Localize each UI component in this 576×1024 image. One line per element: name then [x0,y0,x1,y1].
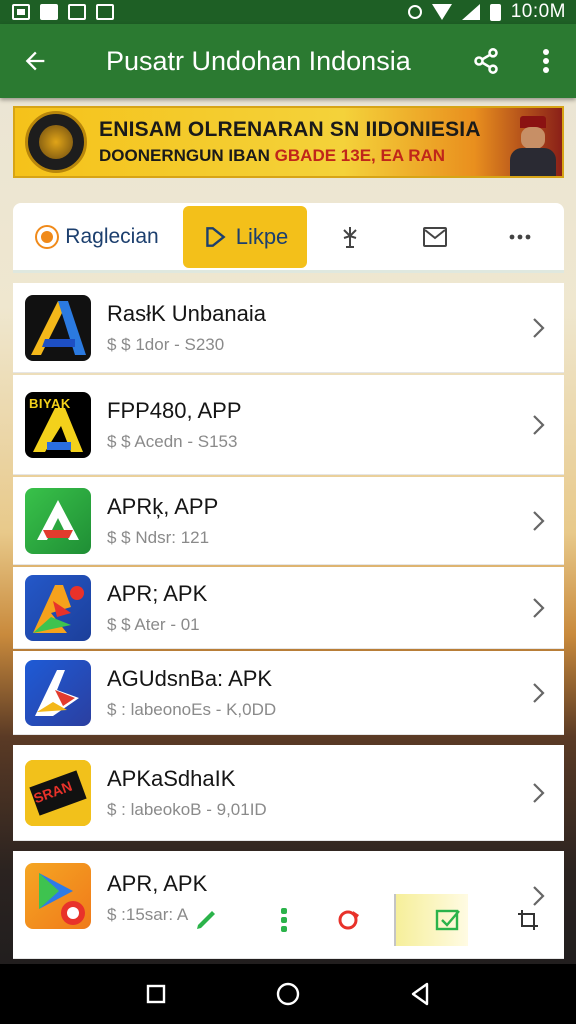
app-meta: $ $ Ndsr: 121 [107,527,210,547]
banner-text: ENISAM OLRENARAN SN IIDONIESIA DOONERNGU… [87,118,504,166]
alarm-icon [407,5,422,19]
app-list: RasłK Unbanaia $ $ 1dor - S230 BIYAK FPP… [13,283,564,959]
system-icons: 10:0M [407,1,566,23]
recents-button[interactable] [132,970,180,1018]
notification-image-icon [40,4,58,20]
list-item-text: RasłK Unbanaia $ $ 1dor - S230 [91,301,514,355]
app-name: AGUdsnBa: APK [107,665,273,691]
list-item[interactable]: AGUdsnBa: APK $ : labeonoEs - K,0DD [13,651,564,735]
notification-chart-icon [68,4,86,20]
more-horizontal-icon [509,234,530,239]
triangle-back-icon [411,982,429,1006]
tab-label: Likpe [235,223,289,249]
back-button[interactable] [0,24,70,98]
checkbox-tool-button[interactable] [428,896,468,944]
crop-icon [518,910,538,930]
clock: 10:0M [510,1,566,22]
app-meta: $ $ 1dor - S230 [107,334,225,354]
tab-label: Raglecian [65,224,159,248]
list-item[interactable]: SRAN APKaSdhaIK $ : labeokoB - 9,01ID [13,745,564,841]
app-name: FPP480, APP [107,397,242,423]
tab-more[interactable] [477,206,562,268]
chevron-right-icon [514,317,564,339]
list-item[interactable]: APRķ, APP $ $ Ndsr: 121 [13,477,564,565]
chevron-right-icon [514,782,564,804]
notification-sim-icon [96,4,114,20]
app-meta: $ $ Acedn - S153 [107,431,238,451]
share-icon [474,48,498,74]
category-tabs: Raglecian Likpe [13,203,564,273]
app-meta: $ : labeokoB - 9,01ID [107,799,267,819]
tab-likpe[interactable]: Likpe [183,205,307,268]
status-bar: 10:0M [0,0,576,24]
app-f-icon: SRAN [25,759,91,826]
overflow-menu-button[interactable] [516,24,576,98]
app-b-logo-text: BIYAK [29,395,71,411]
app-b-icon: BIYAK [25,391,91,458]
share-button[interactable] [456,24,516,98]
pen-icon [197,911,215,929]
chevron-right-icon [514,597,564,619]
app-meta: $ $ Ater - 01 [107,614,200,634]
traffic-tool-button[interactable] [264,896,304,944]
notification-icons [12,4,114,20]
page-title: Pusatr Undohan Indonsia [106,45,411,76]
list-item-text: APRķ, APP $ $ Ndsr: 121 [91,494,514,548]
checkbox-icon [435,909,460,931]
home-button[interactable] [264,970,312,1018]
notification-box-icon [12,4,30,20]
chevron-right-icon [514,414,564,436]
banner-headline: ENISAM OLRENARAN SN IIDONIESIA [99,118,481,141]
app-name: RasłK Unbanaia [107,300,266,326]
app-name: APKaSdhaIK [107,765,236,791]
app-bar: Pusatr Undohan Indonsia [0,24,576,98]
app-g-icon [25,863,91,929]
chevron-right-icon [514,682,564,704]
app-meta: $ : labeonoEs - K,0DD [107,699,277,719]
circle-dot-icon [37,226,58,247]
crop-tool-button[interactable] [508,896,548,944]
circle-icon [276,982,300,1006]
banner-subline: DOONERNGUN IBAN GBADE 13E, EA RAN [99,146,504,166]
garuda-emblem-icon [25,111,87,173]
antenna-icon [342,226,357,248]
list-item[interactable]: APR; APK $ $ Ater - 01 [13,567,564,649]
play-outline-icon [205,226,226,247]
more-vertical-icon [543,49,549,73]
mail-icon [422,226,447,247]
app-a-icon [25,294,91,361]
app-name: APR; APK [107,580,208,606]
list-item-text: APR; APK $ $ Ater - 01 [91,581,514,635]
dots-vertical-green-icon [281,908,287,932]
chevron-right-icon [514,510,564,532]
signal-icon [461,4,480,20]
record-icon [338,910,359,930]
system-nav-bar [0,964,576,1024]
list-item[interactable]: BIYAK FPP480, APP $ $ Acedn - S153 [13,375,564,475]
tab-raglecian[interactable]: Raglecian [13,206,183,268]
app-name: APRķ, APP [107,493,219,519]
app-e-icon [25,659,91,726]
pen-tool-button[interactable] [186,896,226,944]
arrow-left-icon [25,51,45,71]
square-icon [146,984,166,1004]
list-item-text: FPP480, APP $ $ Acedn - S153 [91,398,514,452]
app-d-icon [25,574,91,641]
list-item-text: AGUdsnBa: APK $ : labeonoEs - K,0DD [91,666,514,720]
list-item-text: APKaSdhaIK $ : labeokoB - 9,01ID [91,766,514,820]
tab-mail[interactable] [392,206,477,268]
person-portrait [504,108,562,176]
list-item[interactable]: RasłK Unbanaia $ $ 1dor - S230 [13,283,564,373]
battery-icon [489,3,501,21]
tab-antenna[interactable] [307,206,392,268]
app-c-icon [25,487,91,554]
wifi-icon [431,4,452,20]
back-nav-button[interactable] [396,970,444,1018]
banner-subline-highlight: GBADE 13E, EA RAN [274,146,446,165]
promo-banner[interactable]: ENISAM OLRENARAN SN IIDONIESIA DOONERNGU… [13,106,564,178]
record-tool-button[interactable] [330,896,370,944]
banner-subline-main: DOONERNGUN IBAN [99,146,275,165]
